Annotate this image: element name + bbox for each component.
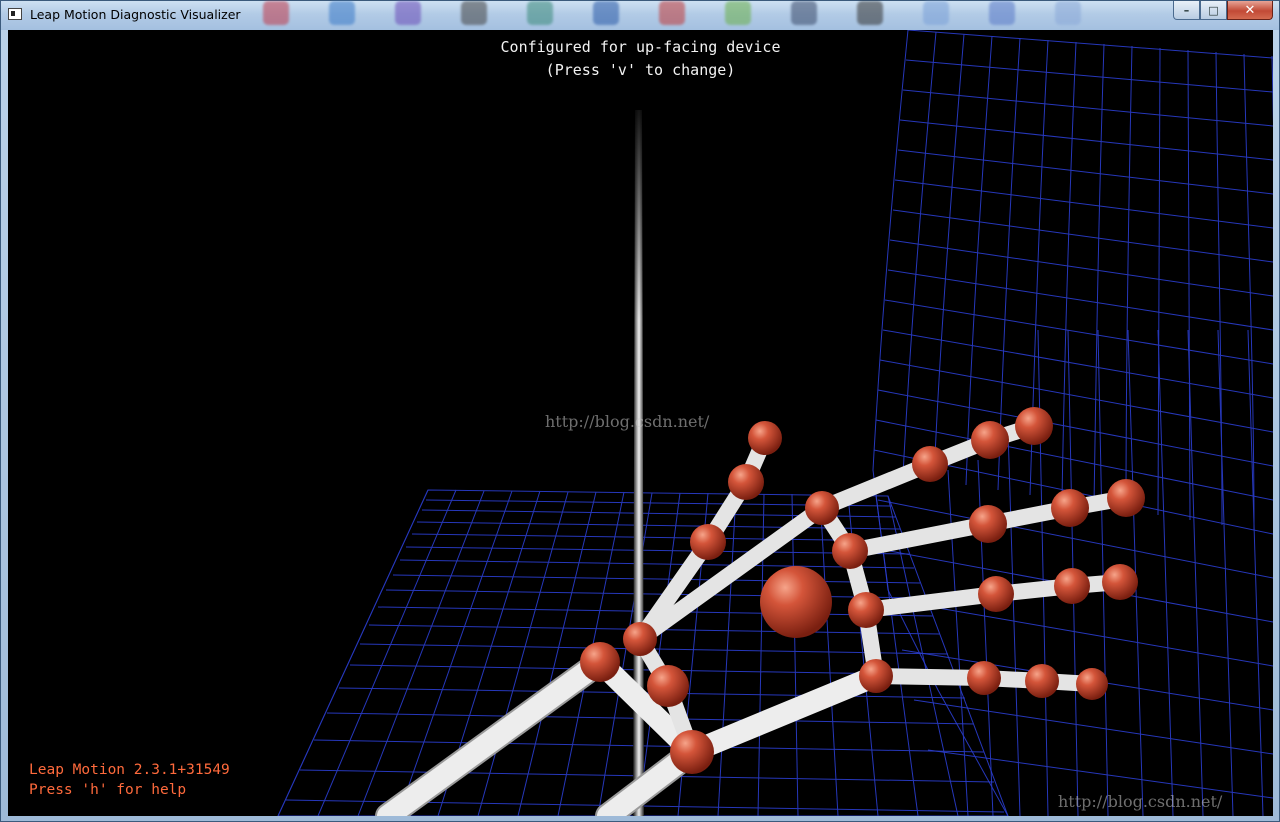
help-hint-text: Press 'h' for help <box>29 782 187 798</box>
window-controls: – □ ✕ <box>1173 1 1273 20</box>
minimize-button[interactable]: – <box>1173 1 1200 20</box>
window-title: Leap Motion Diagnostic Visualizer <box>30 7 241 22</box>
hand-skeleton <box>375 407 1145 816</box>
app-window-icon[interactable] <box>8 8 22 20</box>
version-text: Leap Motion 2.3.1+31549 <box>29 762 230 778</box>
watermark-center: http://blog.csdn.net/ <box>545 412 710 431</box>
wall-grid <box>872 30 1273 816</box>
maximize-button[interactable]: □ <box>1200 1 1227 20</box>
device-config-hint: (Press 'v' to change) <box>545 61 736 79</box>
watermark-bottom-right: http://blog.csdn.net/ <box>1058 792 1223 811</box>
blurred-taskbar-icons <box>251 1 1171 30</box>
title-bar[interactable]: Leap Motion Diagnostic Visualizer – □ ✕ <box>1 1 1279 30</box>
app-window: Leap Motion Diagnostic Visualizer – □ ✕ <box>0 0 1280 822</box>
device-config-text: Configured for up-facing device <box>500 38 781 56</box>
visualizer-3d-viewport[interactable]: Configured for up-facing device (Press '… <box>8 30 1273 816</box>
close-button[interactable]: ✕ <box>1227 1 1273 20</box>
